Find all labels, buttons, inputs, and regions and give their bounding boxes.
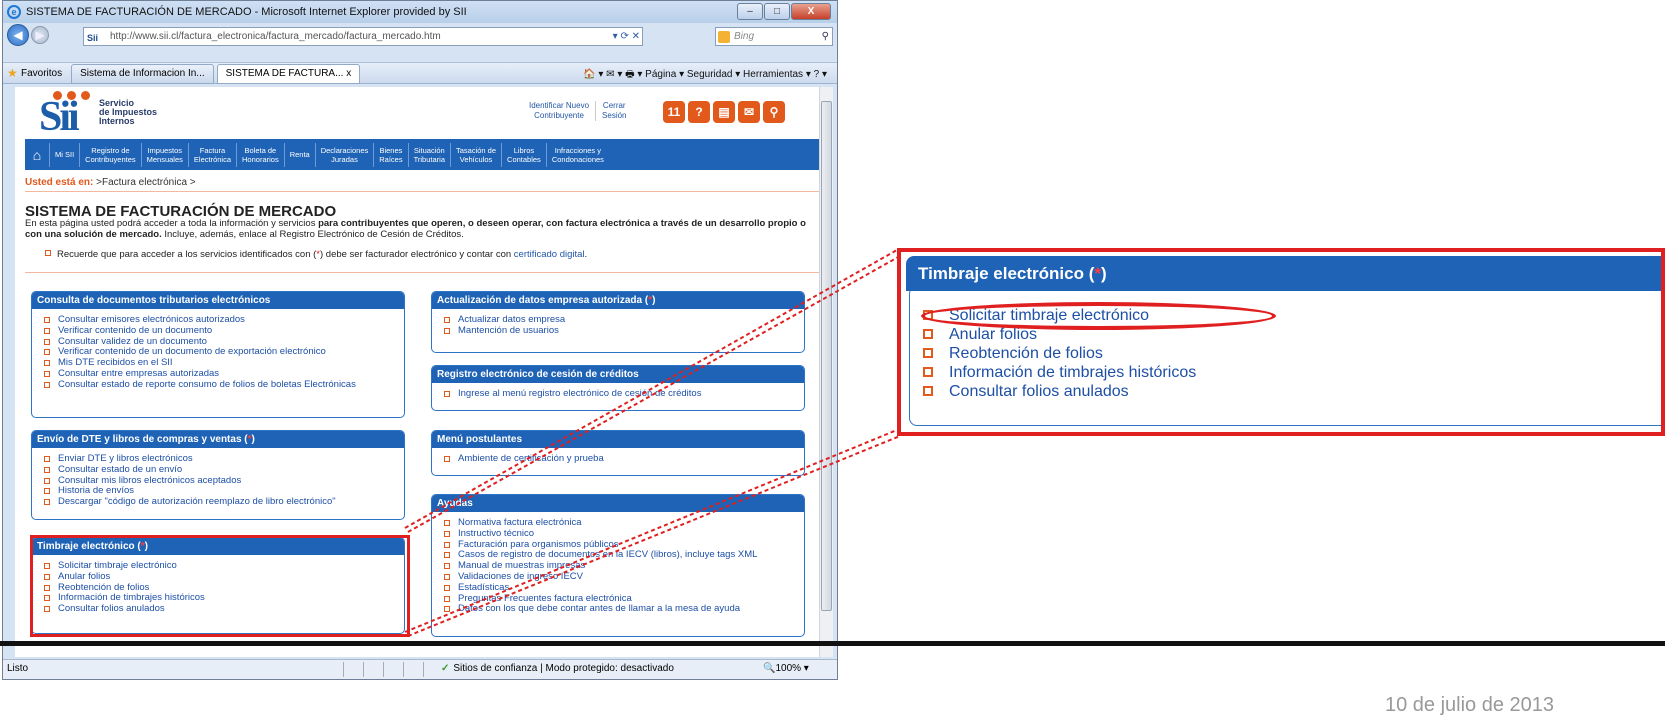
slide: e SISTEMA DE FACTURACIÓN DE MERCADO - Mi… <box>0 0 1665 718</box>
callout-lines <box>404 249 901 637</box>
slide-date: 10 de julio de 2013 <box>1385 694 1555 716</box>
